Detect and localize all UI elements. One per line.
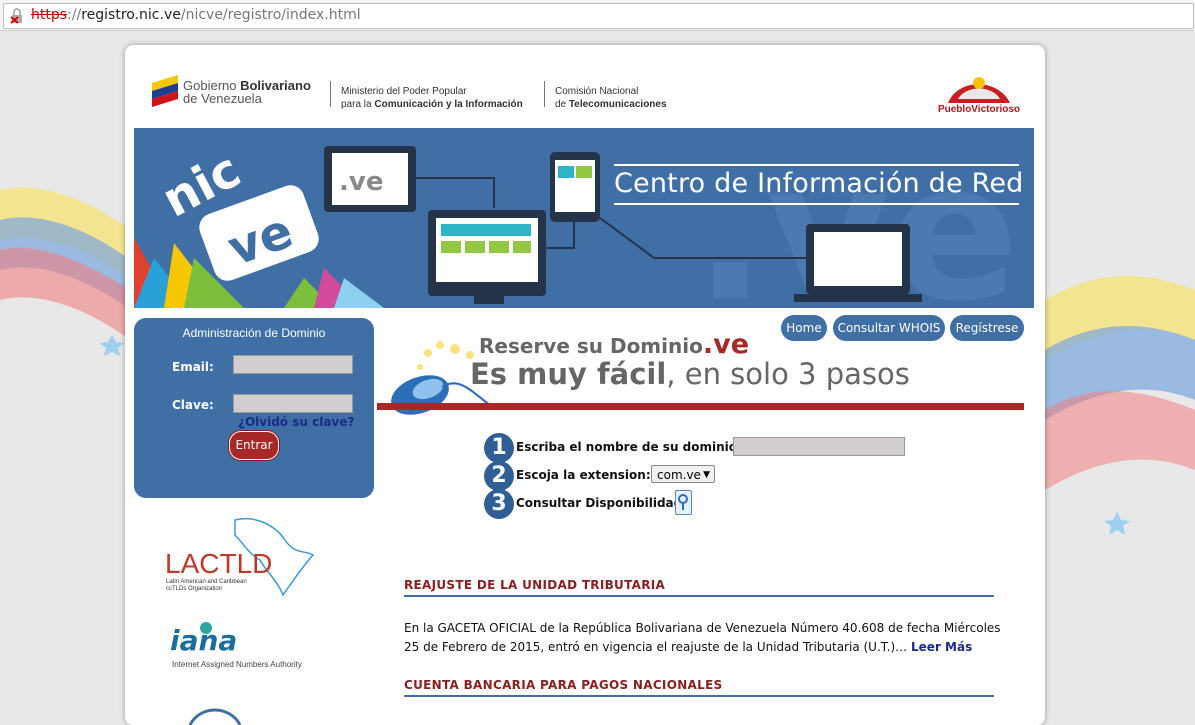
gobierno-bolivariano-logo: Gobierno Bolivariano de Venezuela [183,78,311,106]
step-2-label: Escoja la extension: [516,468,651,482]
read-more-link[interactable]: Leer Más [911,640,972,654]
nav-register-button[interactable]: Regístrese [950,315,1024,341]
search-icon [678,494,688,510]
reserve-title: Reserve su Dominio.ve [479,329,750,360]
decorative-ribbon-left [0,187,130,356]
banner-title-rule [614,164,1019,166]
iana-subtitle: Internet Assigned Numbers Authority [172,660,302,669]
step-3-badge: 3 [484,489,514,519]
reserve-subtitle: Es muy fácil, en solo 3 pasos [470,357,910,391]
login-title: Administración de Dominio [182,326,326,340]
login-button[interactable]: Entrar [229,431,279,460]
nav-whois-button[interactable]: Consultar WHOIS [833,315,945,341]
chevron-down-icon: ▼ [703,470,710,480]
news-heading[interactable]: REAJUSTE DE LA UNIDAD TRIBUTARIA [404,578,665,592]
login-panel: Administración de Dominio Email: Clave: … [134,318,374,498]
svg-text:.ve: .ve [339,167,383,197]
extension-select[interactable]: com.ve ▼ [651,465,715,483]
step-2-badge: 2 [484,461,514,491]
news-divider [404,695,994,697]
news-body: En la GACETA OFICIAL de la República Bol… [404,621,1001,654]
pueblo-victorioso-logo: PuebloVictorioso [938,77,1020,115]
pueblo-victorioso-text: PuebloVictorioso [938,104,1020,115]
conatel-logo-text: Comisión Nacional de Telecomunicaciones [555,86,667,110]
password-label: Clave: [172,398,214,412]
reserve-divider [377,403,1024,410]
step-3-label: Consultar Disponibilidad [516,496,683,510]
banner-title-rule [614,203,1019,205]
iana-logo[interactable]: iana [170,618,260,658]
header-divider [544,81,545,107]
header-divider [330,81,331,107]
page-container: Gobierno Bolivariano de Venezuela Minist… [125,45,1045,725]
browser-toolbar: https://registro.nic.ve/nicve/registro/i… [0,0,1195,31]
lactld-logo[interactable]: LACTLD Latin American and Caribbean ccTL… [165,515,315,597]
hero-banner: .ve nic ve .ve Centro de Información de … [134,128,1034,308]
news-heading[interactable]: CUENTA BANCARIA PARA PAGOS NACIONALES [404,678,723,692]
ministry-logo-text: Ministerio del Poder Popular para la Com… [341,86,523,110]
partner-logo[interactable] [185,695,245,725]
check-availability-button[interactable] [675,490,692,515]
insecure-lock-icon [10,8,22,24]
email-field[interactable] [233,355,353,374]
address-bar[interactable]: https://registro.nic.ve/nicve/registro/i… [3,3,1194,29]
domain-name-input[interactable] [733,437,905,456]
lactld-title: LACTLD [165,548,272,579]
forgot-password-link[interactable]: ¿Olvidó su clave? [238,415,354,429]
banner-illustration: .ve nic ve .ve [134,128,1019,308]
banner-title: Centro de Información de Red [614,168,1024,199]
svg-text:ccTLDs Organization: ccTLDs Organization [166,586,222,592]
svg-text:Latin American and Caribbean: Latin American and Caribbean [166,579,247,585]
url-text: https://registro.nic.ve/nicve/registro/i… [31,7,361,23]
iana-title: iana [170,624,237,657]
decorative-ribbon-right [1045,276,1195,535]
nav-home-button[interactable]: Home [781,315,827,341]
news-divider [404,595,994,597]
step-1-label: Escriba el nombre de su dominio: [516,440,742,454]
email-label: Email: [172,360,214,374]
step-1-badge: 1 [484,433,514,463]
password-field[interactable] [233,394,353,413]
venezuela-flag-icon [152,75,178,107]
